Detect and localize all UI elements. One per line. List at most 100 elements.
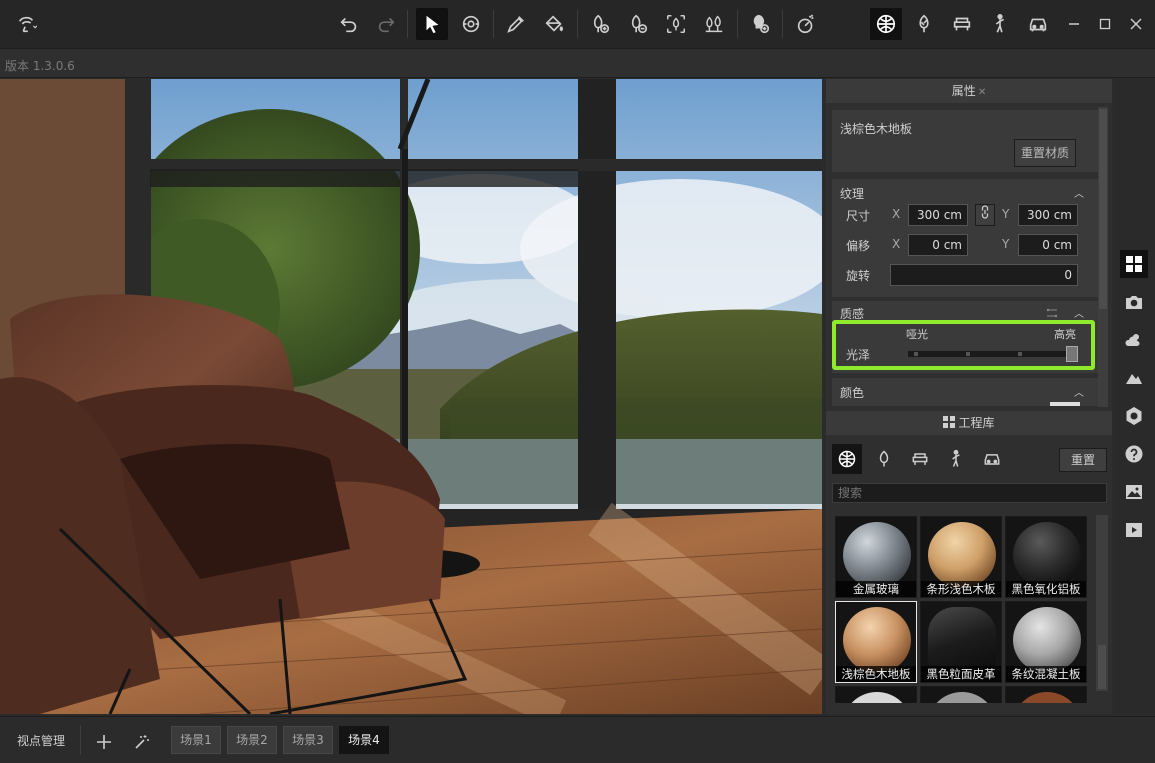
material-preview <box>843 692 911 703</box>
material-tile[interactable]: 条形浅色木板 <box>920 516 1002 598</box>
material-preview <box>1013 692 1081 703</box>
library-reset-button[interactable]: 重置 <box>1059 448 1107 472</box>
magic-wand-icon[interactable] <box>130 727 154 755</box>
quality-options-icon[interactable] <box>1046 307 1058 321</box>
toolbar-separator <box>737 10 738 38</box>
toolbar-separator <box>407 10 408 38</box>
library-grid-icon <box>943 412 956 436</box>
add-scene-icon[interactable] <box>92 727 116 755</box>
gloss-slider-thumb[interactable] <box>1066 346 1078 362</box>
material-tile[interactable] <box>835 686 917 703</box>
offset-y-axis: Y <box>1002 237 1010 251</box>
library-materials-tab[interactable] <box>832 444 862 474</box>
reset-material-button[interactable]: 重置材质 <box>1014 139 1076 167</box>
forest-icon[interactable] <box>698 8 730 40</box>
scene-tab-2[interactable]: 场景2 <box>227 726 277 754</box>
plants-library-icon[interactable] <box>908 8 940 40</box>
weather-icon[interactable] <box>1120 326 1148 354</box>
scene-tab-1[interactable]: 场景1 <box>171 726 221 754</box>
effects-icon[interactable] <box>790 8 822 40</box>
color-swatch[interactable] <box>1050 402 1080 406</box>
bottom-separator <box>80 725 81 755</box>
offset-x-field[interactable]: 0 cm <box>908 234 968 256</box>
texture-section: 纹理 ︿ 尺寸 X 300 cm Y 300 cm 偏移 X 0 cm Y 0 … <box>832 179 1098 297</box>
material-tile[interactable]: 条纹混凝土板 <box>1005 601 1087 683</box>
orbit-icon[interactable] <box>455 8 487 40</box>
size-y-field[interactable]: 300 cm <box>1018 204 1078 226</box>
vehicles-icon <box>984 454 1000 465</box>
properties-tab-label: 属性 <box>951 84 976 98</box>
top-toolbar <box>0 0 1155 48</box>
redo-icon[interactable] <box>370 8 402 40</box>
materials-icon <box>838 450 856 468</box>
plants-icon <box>879 450 889 467</box>
material-header: 浅棕色木地板 重置材质 <box>832 110 1098 172</box>
library-title: 工程库 <box>958 416 995 430</box>
maximize-icon[interactable] <box>1095 14 1115 34</box>
material-tile[interactable]: 金属玻璃 <box>835 516 917 598</box>
camera-icon[interactable] <box>1120 288 1148 316</box>
material-label: 条形浅色木板 <box>921 581 1001 597</box>
add-tree-icon[interactable] <box>584 8 616 40</box>
close-icon[interactable] <box>1126 14 1146 34</box>
material-tile[interactable] <box>920 686 1002 703</box>
toolbar-separator <box>577 10 578 38</box>
remove-tree-icon[interactable] <box>622 8 654 40</box>
library-plants-tab[interactable] <box>870 445 898 473</box>
terrain-icon[interactable] <box>1120 364 1148 392</box>
close-tab-icon[interactable]: ✕ <box>978 87 986 98</box>
size-x-axis: X <box>892 207 901 221</box>
library-vehicles-tab[interactable] <box>978 445 1006 473</box>
color-section: 颜色 ︿ <box>832 378 1098 406</box>
add-light-icon[interactable] <box>744 8 776 40</box>
furniture-library-icon[interactable] <box>946 8 978 40</box>
size-x-field[interactable]: 300 cm <box>908 204 968 226</box>
collapse-texture-icon[interactable]: ︿ <box>1074 185 1086 200</box>
properties-scrollbar[interactable] <box>1098 107 1108 407</box>
material-tile[interactable] <box>1005 686 1087 703</box>
video-icon[interactable] <box>1120 516 1148 544</box>
offset-y-field[interactable]: 0 cm <box>1018 234 1078 256</box>
paint-bucket-icon[interactable] <box>538 8 570 40</box>
vehicles-library-icon[interactable] <box>1022 8 1054 40</box>
render-viewport[interactable] <box>0 79 822 714</box>
properties-panel: 属性 ✕ 浅棕色木地板 重置材质 纹理 ︿ 尺寸 X 300 cm Y 300 c… <box>826 79 1112 714</box>
eyedropper-icon[interactable] <box>500 8 532 40</box>
people-library-icon[interactable] <box>984 8 1016 40</box>
material-label: 黑色氧化铝板 <box>1006 581 1086 597</box>
gloss-slider[interactable] <box>908 351 1078 357</box>
scene-tab-3[interactable]: 场景3 <box>283 726 333 754</box>
side-toolbar <box>1116 79 1155 714</box>
material-tile-selected[interactable]: 浅棕色木地板 <box>835 601 917 683</box>
link-size-icon[interactable] <box>975 204 995 226</box>
undo-icon[interactable] <box>333 8 365 40</box>
logo-icon[interactable] <box>6 8 46 40</box>
material-tile[interactable]: 黑色粒面皮革 <box>920 601 1002 683</box>
library-search-input[interactable] <box>832 483 1107 503</box>
library-scrollbar[interactable] <box>1096 515 1108 691</box>
material-preview <box>843 522 911 588</box>
select-icon[interactable] <box>416 8 448 40</box>
rotation-field[interactable]: 0 <box>890 264 1078 286</box>
toolbar-separator <box>782 10 783 38</box>
viewpoint-manager-button[interactable]: 视点管理 <box>10 727 72 755</box>
grid-view-icon[interactable] <box>1120 250 1148 278</box>
collapse-quality-icon[interactable]: ︿ <box>1074 305 1086 320</box>
settings-icon[interactable] <box>1120 402 1148 430</box>
image-icon[interactable] <box>1120 478 1148 506</box>
toolbar-separator <box>493 10 494 38</box>
collapse-color-icon[interactable]: ︿ <box>1074 384 1086 399</box>
help-icon[interactable] <box>1120 440 1148 468</box>
scene-tab-4[interactable]: 场景4 <box>339 726 389 754</box>
matte-label: 哑光 <box>906 328 928 341</box>
scatter-tree-icon[interactable] <box>660 8 692 40</box>
materials-library-icon[interactable] <box>870 8 902 40</box>
properties-tab[interactable]: 属性 ✕ <box>826 79 1112 103</box>
minimize-icon[interactable] <box>1064 14 1084 34</box>
library-people-tab[interactable] <box>942 445 970 473</box>
library-furniture-tab[interactable] <box>906 445 934 473</box>
material-tile[interactable]: 黑色氧化铝板 <box>1005 516 1087 598</box>
scene-bar: 视点管理 场景1 场景2 场景3 场景4 <box>0 716 1155 763</box>
material-preview <box>1013 607 1081 673</box>
version-label: 版本 1.3.0.6 <box>5 59 75 73</box>
